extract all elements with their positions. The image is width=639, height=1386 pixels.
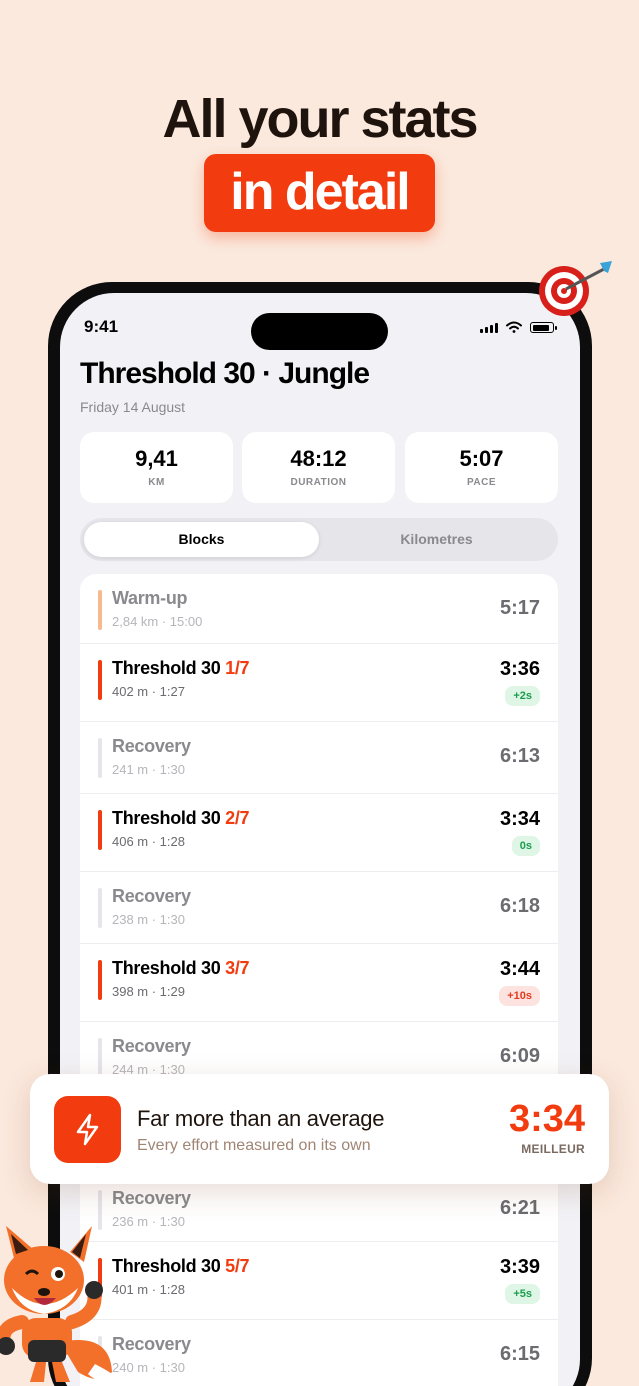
block-pace: 6:21 [499,1197,540,1219]
block-pace: 6:15 [499,1343,540,1365]
stat-value: 48:12 [290,446,347,471]
block-name: Recovery [112,1188,191,1209]
stat-label: DURATION [290,477,347,488]
block-name-text: Threshold 30 [112,958,221,978]
block-row-interval[interactable]: Threshold 30 1/7 402 m · 1:27 3:36 +2s [80,644,558,722]
block-delta-badge: 0s [511,836,540,856]
block-color-bar [98,590,102,630]
block-name-text: Recovery [112,1188,191,1208]
block-details: 236 m · 1:30 [112,1214,185,1229]
block-name-text: Recovery [112,886,191,906]
block-name: Recovery [112,1036,191,1057]
block-row-recovery[interactable]: Recovery 240 m · 1:30 6:15 [80,1320,558,1386]
block-name-text: Recovery [112,1036,191,1056]
stat-value: 5:07 [459,446,504,471]
block-color-bar [98,888,102,928]
block-row-warmup[interactable]: Warm-up 2,84 km · 15:00 5:17 [80,574,558,644]
block-pace: 5:17 [499,597,540,619]
block-pace: 6:18 [499,895,540,917]
block-fraction: 3/7 [225,958,250,978]
headline-badge: in detail [204,154,435,232]
block-name-text: Threshold 30 [112,1256,221,1276]
dynamic-island [251,313,388,350]
block-name: Recovery [112,736,191,757]
block-details: 2,84 km · 15:00 [112,614,203,629]
block-name-text: Recovery [112,736,191,756]
block-fraction: 2/7 [225,808,250,828]
block-name: Threshold 30 3/7 [112,958,250,979]
blocks-list: Warm-up 2,84 km · 15:00 5:17 Threshold 30 1… [80,574,558,1386]
block-row-interval[interactable]: Threshold 30 3/7 398 m · 1:29 3:44 +10s [80,944,558,1022]
status-time: 9:41 [84,317,119,336]
block-delta-badge: +5s [505,1284,540,1304]
block-fraction: 1/7 [225,658,250,678]
block-color-bar [98,810,102,850]
stat-value: 9,41 [135,446,178,471]
block-row-recovery[interactable]: Recovery 238 m · 1:30 6:18 [80,872,558,944]
block-details: 238 m · 1:30 [112,912,185,927]
signal-icon [480,323,498,333]
block-pace: 3:34 [499,808,540,830]
tab-blocks[interactable]: Blocks [84,522,319,557]
phone-screen: 9:41 Threshold 30 · Jungle Friday 14 Aug… [60,293,580,1386]
block-color-bar [98,1038,102,1078]
block-name: Threshold 30 2/7 [112,808,250,829]
stat-distance: 9,41 KM [80,432,233,503]
block-pace: 6:13 [499,745,540,767]
block-color-bar [98,660,102,700]
block-delta-badge: +10s [499,986,540,1006]
card-title: Far more than an average [137,1106,385,1131]
block-details: 402 m · 1:27 [112,684,185,699]
fox-mascot [0,1226,112,1382]
stat-label: PACE [466,477,497,488]
card-icon-box [54,1096,121,1163]
block-delta-badge: +2s [505,686,540,706]
block-pace: 3:36 [499,658,540,680]
bolt-icon [76,1113,99,1146]
card-best-label: MEILLEUR [521,1142,585,1156]
card-subtitle: Every effort measured on its own [137,1137,371,1154]
block-row-interval[interactable]: Threshold 30 5/7 401 m · 1:28 3:39 +5s [80,1242,558,1320]
block-pace: 3:39 [499,1256,540,1278]
card-best-value: 3:34 [508,1098,585,1140]
block-name: Recovery [112,886,191,907]
block-pace: 6:09 [499,1045,540,1067]
tab-kilometres[interactable]: Kilometres [319,522,554,557]
block-name: Recovery [112,1334,191,1355]
wifi-icon [506,321,522,333]
status-icons [480,321,557,333]
segmented-control: Blocks Kilometres [80,518,558,561]
block-name-text: Threshold 30 [112,808,221,828]
headline-line1: All your stats [162,89,478,149]
block-name-text: Warm-up [112,588,188,608]
block-details: 398 m · 1:29 [112,984,185,999]
battery-icon [530,322,557,333]
block-details: 401 m · 1:28 [112,1282,185,1297]
stat-label: KM [148,477,165,488]
highlight-card: Far more than an average Every effort me… [30,1074,609,1184]
block-name: Threshold 30 5/7 [112,1256,250,1277]
block-name: Warm-up [112,588,188,609]
block-row-recovery[interactable]: Recovery 236 m · 1:30 6:21 [80,1174,558,1242]
block-row-recovery[interactable]: Recovery 241 m · 1:30 6:13 [80,722,558,794]
block-color-bar [98,960,102,1000]
stat-duration: 48:12 DURATION [242,432,395,503]
block-color-bar [98,738,102,778]
block-row-interval[interactable]: Threshold 30 2/7 406 m · 1:28 3:34 0s [80,794,558,872]
block-name: Threshold 30 1/7 [112,658,250,679]
stat-pace: 5:07 PACE [405,432,558,503]
workout-title: Threshold 30 · Jungle [80,357,370,390]
block-details: 406 m · 1:28 [112,834,185,849]
block-details: 241 m · 1:30 [112,762,185,777]
block-fraction: 5/7 [225,1256,250,1276]
block-name-text: Threshold 30 [112,658,221,678]
target-icon [539,261,612,316]
workout-date: Friday 14 August [80,399,186,415]
block-pace: 3:44 [499,958,540,980]
block-name-text: Recovery [112,1334,191,1354]
block-details: 240 m · 1:30 [112,1360,185,1375]
